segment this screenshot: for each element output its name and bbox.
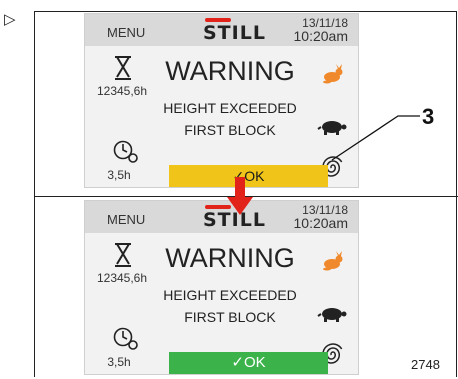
callout-number: 3	[422, 104, 435, 129]
figure-number: 2748	[411, 357, 440, 372]
red-down-arrow-icon	[227, 177, 253, 215]
